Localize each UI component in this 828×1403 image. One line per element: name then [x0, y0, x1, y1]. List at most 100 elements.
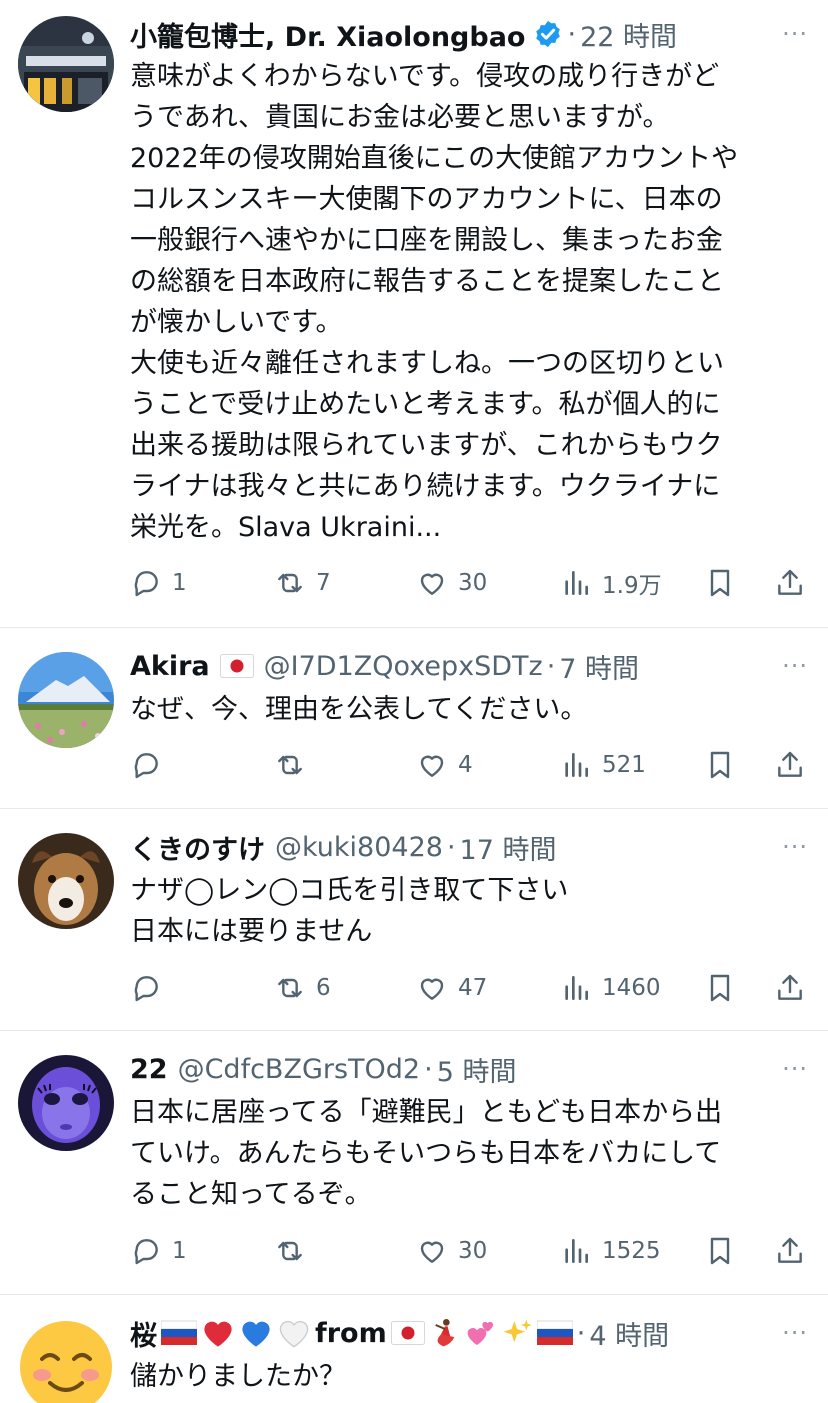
reply-icon [134, 571, 158, 597]
smiling-face-emoji [20, 1321, 112, 1403]
retweet-count: 6 [316, 975, 331, 1001]
like-button[interactable]: 30 [416, 563, 487, 603]
share-icon [778, 1237, 802, 1263]
verified-badge-icon [536, 20, 561, 48]
reply-icon [134, 976, 158, 1002]
action-bar: 1 7 30 1.9万 [130, 563, 810, 603]
avatar[interactable] [18, 1055, 114, 1151]
like-button[interactable]: 4 [416, 745, 473, 785]
reply-button[interactable]: 1 [130, 1231, 187, 1271]
heart-icon [420, 1241, 444, 1263]
retweet-icon [278, 755, 302, 775]
like-button[interactable]: 47 [416, 968, 487, 1008]
views-button[interactable]: 521 [560, 745, 646, 785]
tweet-text: なぜ、今、理由を公表してください。 [130, 694, 588, 725]
view-count: 1525 [602, 1238, 661, 1264]
building-photo [18, 16, 114, 112]
tweet-2[interactable]: Akira @I7D1ZQoxepxSDTz · 7 時間 ··· なぜ、今、理… [0, 628, 828, 809]
more-options-icon[interactable]: ··· [782, 1055, 808, 1083]
bookmark-button[interactable] [704, 745, 736, 785]
retweet-button[interactable]: 7 [274, 563, 331, 603]
dancer-icon [435, 1319, 455, 1347]
handle[interactable]: @I7D1ZQoxepxSDTz [264, 651, 543, 682]
bookmark-button[interactable] [704, 968, 736, 1008]
timestamp[interactable]: 7 時間 [559, 647, 639, 686]
timestamp[interactable]: 17 時間 [460, 828, 557, 867]
display-name-suffix[interactable]: from [315, 1318, 387, 1349]
bookmark-icon [710, 974, 730, 1002]
like-count: 47 [458, 975, 488, 1001]
display-name[interactable]: 桜 [130, 1314, 157, 1353]
more-options-icon[interactable]: ··· [782, 1319, 808, 1347]
reply-button[interactable] [130, 745, 172, 785]
like-count: 30 [458, 570, 488, 596]
more-options-icon[interactable]: ··· [782, 20, 808, 48]
sparkles-icon [503, 1319, 532, 1343]
views-button[interactable]: 1525 [560, 1231, 661, 1271]
reply-count: 1 [172, 570, 187, 596]
reply-button[interactable] [130, 968, 172, 1008]
tweet-4[interactable]: 22 @CdfcBZGrsTOd2 · 5 時間 ··· 日本に居座ってる「避難… [0, 1031, 828, 1295]
display-name[interactable]: くきのすけ [130, 828, 265, 867]
heart-icon [420, 573, 444, 595]
timestamp[interactable]: 5 時間 [437, 1050, 517, 1089]
bookmark-button[interactable] [704, 1231, 736, 1271]
action-bar: 4 521 [130, 745, 810, 785]
share-button[interactable] [774, 1231, 806, 1271]
views-icon [565, 976, 588, 1000]
display-name[interactable]: Akira [130, 651, 210, 682]
views-button[interactable]: 1460 [560, 968, 661, 1008]
bookmark-button[interactable] [704, 563, 736, 603]
share-icon [778, 974, 802, 1000]
handle[interactable]: @CdfcBZGrsTOd2 [178, 1054, 421, 1085]
share-icon [778, 569, 802, 595]
avatar[interactable] [18, 1319, 114, 1403]
retweet-button[interactable] [274, 745, 316, 785]
tweet-1[interactable]: 小籠包博士, Dr. Xiaolongbao · 22 時間 ··· 意味がよく… [0, 0, 828, 628]
retweet-button[interactable] [274, 1231, 316, 1271]
retweet-icon [278, 573, 302, 593]
like-count: 4 [458, 752, 473, 778]
timestamp[interactable]: 22 時間 [580, 15, 677, 54]
tweet-text: 意味がよくわからないです。侵攻の成り行きがど うであれ、貴国にお金は必要と思いま… [130, 61, 739, 543]
avatar[interactable] [18, 16, 114, 112]
action-bar: 1 30 1525 [130, 1231, 810, 1271]
tweet-3[interactable]: くきのすけ @kuki80428 · 17 時間 ··· ナザ◯レン◯コ氏を引き… [0, 809, 828, 1031]
display-name[interactable]: 小籠包博士, Dr. Xiaolongbao [130, 15, 525, 54]
bookmark-icon [710, 569, 730, 597]
japan-flag-icon [219, 654, 254, 678]
retweet-button[interactable]: 6 [274, 968, 331, 1008]
share-button[interactable] [774, 745, 806, 785]
share-icon [778, 751, 802, 777]
bookmark-icon [710, 751, 730, 779]
like-count: 30 [458, 1238, 488, 1264]
heart-icon [420, 755, 444, 777]
view-count: 1460 [602, 975, 661, 1001]
more-options-icon[interactable]: ··· [782, 652, 808, 680]
timestamp[interactable]: 4 時間 [589, 1314, 669, 1353]
action-bar: 6 47 1460 [130, 968, 810, 1008]
like-button[interactable]: 30 [416, 1231, 487, 1271]
retweet-count: 7 [316, 570, 331, 596]
tweet-5[interactable]: 桜 from · 4 時間 ··· 儲かりましたか？ [0, 1295, 828, 1403]
tweet-text: 儲かりましたか？ [130, 1361, 346, 1392]
view-count: 1.9万 [602, 573, 662, 599]
handle[interactable]: @kuki80428 [275, 832, 443, 863]
tweet-text: ナザ◯レン◯コ氏を引き取て下さい 日本には要りません [130, 875, 569, 947]
views-button[interactable]: 1.9万 [560, 563, 662, 603]
share-button[interactable] [774, 563, 806, 603]
avatar[interactable] [18, 833, 114, 929]
retweet-icon [278, 1241, 302, 1261]
display-name[interactable]: 22 [130, 1054, 168, 1085]
share-button[interactable] [774, 968, 806, 1008]
red-heart-icon [204, 1321, 232, 1347]
white-heart-icon [279, 1321, 309, 1348]
dog-photo [18, 833, 114, 929]
view-count: 521 [602, 752, 646, 778]
views-icon [565, 571, 588, 595]
retweet-icon [278, 978, 302, 998]
more-options-icon[interactable]: ··· [782, 833, 808, 861]
russia-flag-icon [161, 1320, 197, 1345]
reply-button[interactable]: 1 [130, 563, 187, 603]
avatar[interactable] [18, 652, 114, 748]
